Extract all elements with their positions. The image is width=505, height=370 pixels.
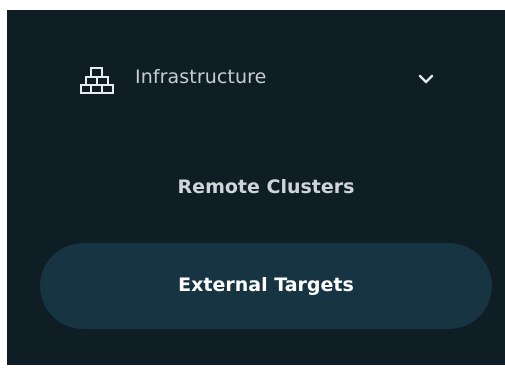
sidebar-item-remote-clusters[interactable]: Remote Clusters bbox=[40, 145, 492, 231]
nav-group-label: Infrastructure bbox=[135, 66, 267, 88]
sidebar-item-label: Remote Clusters bbox=[177, 176, 355, 198]
sidebar-item-label: External Targets bbox=[178, 274, 354, 296]
infrastructure-blocks-icon bbox=[77, 60, 117, 100]
nav-group-infrastructure[interactable]: Infrastructure bbox=[7, 50, 505, 110]
chevron-down-icon[interactable] bbox=[415, 68, 437, 90]
sidebar-nav: Infrastructure Remote Clusters External … bbox=[7, 10, 505, 365]
sidebar-item-external-targets[interactable]: External Targets bbox=[40, 243, 492, 329]
